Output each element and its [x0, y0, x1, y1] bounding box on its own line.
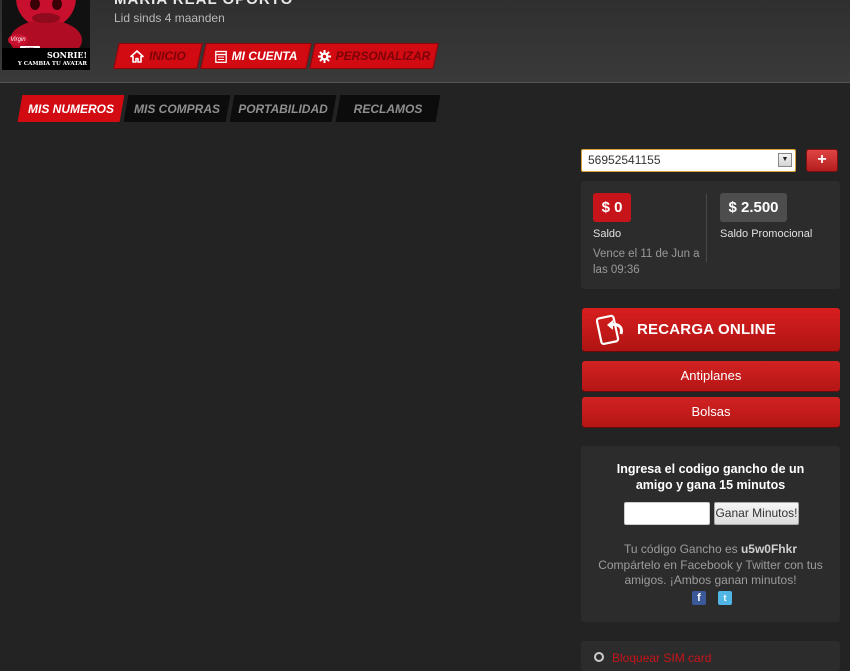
- promo-balance-label: Saldo Promocional: [720, 228, 813, 240]
- avatar[interactable]: Virgin mobile SONRIE! Y CAMBIA TU AVATAR: [2, 0, 90, 70]
- balance-divider: [706, 194, 707, 262]
- gancho-panel: Ingresa el codigo gancho de un amigo y g…: [581, 446, 840, 622]
- add-number-button[interactable]: +: [806, 149, 838, 172]
- nav-mi-cuenta-label: MI CUENTA: [231, 49, 298, 63]
- phone-number-value: 56952541155: [588, 153, 661, 167]
- saldo-value: $ 0: [593, 193, 631, 222]
- bloquear-sim-panel: Bloquear SIM card: [581, 641, 840, 671]
- nav-inicio[interactable]: INICIO: [113, 43, 203, 69]
- nav-inicio-label: INICIO: [149, 49, 186, 63]
- tab-mis-compras[interactable]: MIS COMPRAS: [123, 95, 231, 122]
- block-icon: [594, 652, 604, 662]
- nav-personalizar[interactable]: PERSONALIZAR: [309, 43, 439, 69]
- phone-recharge-icon: [596, 314, 623, 346]
- tab-mis-compras-label: MIS COMPRAS: [133, 101, 220, 116]
- saldo-expiry: Vence el 11 de Jun a las 09:36: [593, 248, 700, 276]
- calendar-icon: [214, 50, 227, 63]
- gancho-title: Ingresa el codigo gancho de un amigo y g…: [616, 462, 805, 492]
- tab-mis-numeros-label: MIS NUMEROS: [27, 101, 114, 116]
- promo-line-1: SONRIE!: [46, 50, 87, 60]
- virgin-logo: Virgin: [8, 34, 28, 46]
- gancho-code-input[interactable]: [624, 502, 710, 525]
- gancho-message: Tu código Gancho es u5w0Fhkr Compártelo …: [595, 542, 826, 589]
- tab-reclamos[interactable]: RECLAMOS: [335, 95, 441, 122]
- recarga-online-button[interactable]: RECARGA ONLINE: [582, 308, 840, 351]
- user-name: MARIA REAL OPORTO: [114, 0, 293, 8]
- member-since: Lid sinds 4 maanden: [114, 11, 225, 25]
- ganar-minutos-button[interactable]: Ganar Minutos!: [714, 502, 799, 525]
- nav-personalizar-label: PERSONALIZAR: [335, 49, 431, 63]
- promo-line-2: Y CAMBIA TU AVATAR: [17, 61, 87, 67]
- tab-mis-numeros[interactable]: MIS NUMEROS: [17, 95, 125, 122]
- tab-portabilidad[interactable]: PORTABILIDAD: [229, 95, 337, 122]
- home-icon: [130, 49, 144, 63]
- tab-reclamos-label: RECLAMOS: [353, 101, 423, 116]
- twitter-icon[interactable]: t: [718, 591, 732, 605]
- gear-icon: [317, 49, 331, 63]
- gancho-code: u5w0Fhkr: [740, 542, 797, 556]
- bloquear-sim-link[interactable]: Bloquear SIM card: [612, 651, 711, 665]
- balance-panel: $ 0 Saldo Vence el 11 de Jun a las 09:36…: [581, 181, 840, 289]
- chevron-down-icon[interactable]: ▼: [778, 153, 792, 167]
- nav-mi-cuenta[interactable]: MI CUENTA: [200, 43, 312, 69]
- facebook-icon[interactable]: f: [692, 591, 706, 605]
- phone-number-select[interactable]: 56952541155 ▼: [581, 149, 796, 172]
- tab-portabilidad-label: PORTABILIDAD: [238, 101, 328, 116]
- header: Virgin mobile SONRIE! Y CAMBIA TU AVATAR…: [0, 0, 850, 83]
- antiplanes-button[interactable]: Antiplanes: [582, 361, 840, 391]
- recarga-online-label: RECARGA ONLINE: [637, 321, 776, 338]
- avatar-promo: SONRIE! Y CAMBIA TU AVATAR: [2, 48, 90, 70]
- gancho-message-end: Compártelo en Facebook y Twitter con tus…: [598, 557, 823, 588]
- gancho-message-start: Tu código Gancho es: [624, 542, 741, 556]
- promo-balance-value: $ 2.500: [720, 193, 787, 222]
- bolsas-button[interactable]: Bolsas: [582, 397, 840, 427]
- saldo-label: Saldo: [593, 228, 622, 240]
